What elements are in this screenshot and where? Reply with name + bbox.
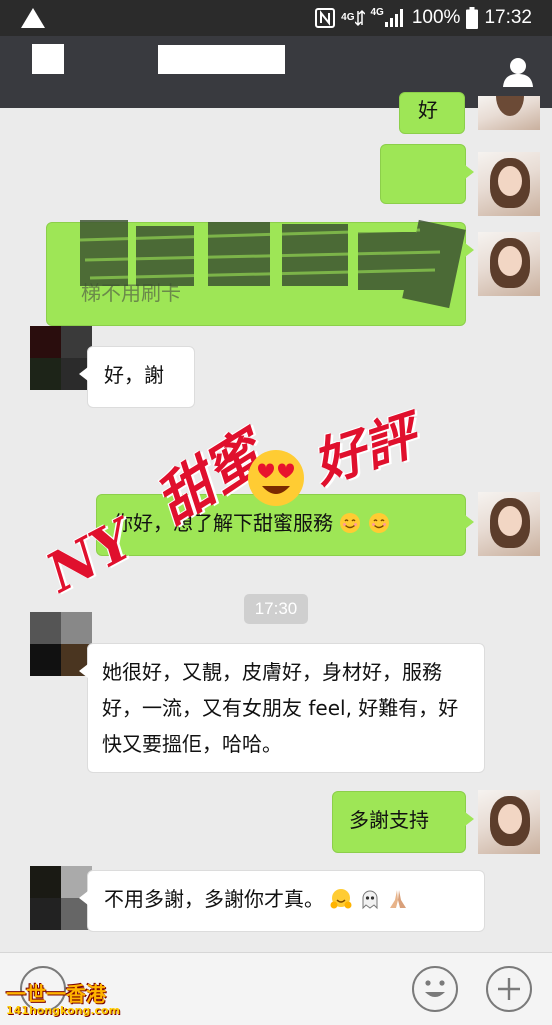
status-bar: 4G 4G 100% 17:32: [0, 0, 552, 36]
timestamp: 17:30: [244, 594, 308, 624]
message-bubble-own[interactable]: 好: [399, 92, 465, 134]
message-bubble-other[interactable]: 她很好，又靚，皮膚好，身材好，服務好，一流，又有女朋友 feel, 好難有，好快…: [79, 643, 485, 773]
message-text: 多謝支持: [349, 808, 429, 832]
hug-emoji: [330, 889, 352, 909]
watermark-url: 141hongkong.com: [6, 1004, 121, 1017]
alert-icon: [20, 6, 46, 34]
avatar[interactable]: [478, 96, 540, 130]
ghost-emoji: [362, 890, 378, 910]
emoji-button-icon[interactable]: [412, 966, 458, 1012]
site-watermark-logo: 一世一香港 141hongkong.com: [0, 976, 126, 1024]
clock: 17:32: [484, 7, 532, 28]
signal-icon: 4G: [371, 8, 406, 28]
chat-title-bar: [0, 36, 552, 108]
user-icon[interactable]: [502, 56, 534, 92]
network-type: 4G: [341, 12, 355, 23]
plus-icon[interactable]: [486, 966, 532, 1012]
avatar[interactable]: [478, 492, 540, 556]
battery-percent: 100%: [411, 7, 461, 28]
message-bubble-other[interactable]: 好，謝: [79, 346, 195, 408]
message-text: 梯不用刷卡: [81, 281, 181, 305]
message-text: 她很好，又靚，皮膚好，身材好，服務好，一流，又有女朋友 feel, 好難有，好快…: [102, 660, 459, 756]
heart-eyes-emoji: [248, 450, 304, 506]
smile-emoji: [340, 513, 361, 533]
battery-icon: [466, 7, 479, 29]
message-bubble-own[interactable]: 梯不用刷卡: [46, 222, 474, 326]
message-text: 好: [418, 98, 438, 122]
message-text: 不用多謝，多謝你才真。: [104, 887, 324, 911]
smile-emoji: [368, 513, 389, 533]
message-text: 你好，想了解下甜蜜服務: [113, 511, 333, 535]
message-bubble-other[interactable]: 不用多謝，多謝你才真。: [79, 870, 485, 932]
message-text: 好，謝: [104, 363, 164, 387]
overlay-text-right: 好評: [305, 405, 424, 496]
nfc-icon: [315, 8, 336, 28]
network-icon: 4G: [341, 9, 365, 27]
watermark-title: 一世一香港: [6, 982, 106, 1006]
message-bubble-own[interactable]: 多謝支持: [332, 791, 474, 853]
avatar[interactable]: [478, 232, 540, 296]
avatar[interactable]: [478, 790, 540, 854]
redacted-back-area[interactable]: [32, 44, 64, 74]
message-bubble-own[interactable]: [380, 144, 474, 204]
avatar[interactable]: [478, 152, 540, 216]
redacted-chat-name: [158, 45, 285, 74]
pray-emoji: [390, 890, 407, 908]
